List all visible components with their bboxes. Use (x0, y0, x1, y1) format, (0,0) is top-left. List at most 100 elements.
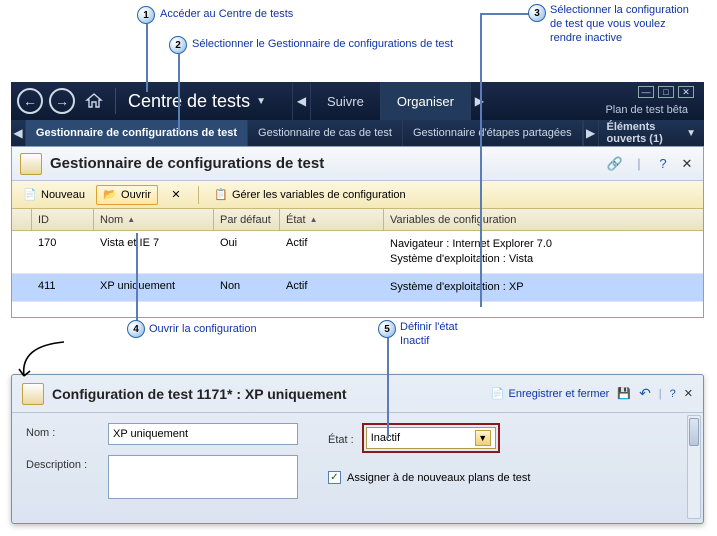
subtab-next[interactable]: ▶ (583, 120, 598, 146)
config-manager-pane: Gestionnaire de configurations de test 🔗… (11, 146, 704, 318)
test-plan-label: Plan de test bêta (605, 104, 688, 116)
cell-id: 411 (32, 278, 94, 294)
state-dropdown[interactable]: Inactif ▼ (366, 427, 496, 449)
save-close-icon: 📄 (491, 387, 505, 400)
subtab-case-manager[interactable]: Gestionnaire de cas de test (248, 120, 403, 146)
callout-3-badge: 3 (528, 4, 546, 22)
checkbox-icon[interactable]: ✓ (328, 471, 341, 484)
col-id[interactable]: ID (32, 209, 94, 230)
flow-arrow (14, 340, 74, 380)
help-icon[interactable]: ? (655, 156, 671, 172)
subtab-shared-steps[interactable]: Gestionnaire d'étapes partagées (403, 120, 583, 146)
grid-body: 170 Vista et IE 7 Oui Actif Navigateur :… (12, 231, 703, 302)
cell-def: Oui (214, 235, 280, 251)
detail-header: Configuration de test 1171* : XP uniquem… (12, 375, 703, 413)
minimize-button[interactable]: — (638, 86, 654, 98)
home-icon[interactable] (83, 90, 105, 112)
separator (115, 88, 116, 114)
manage-vars-label: Gérer les variables de configuration (232, 189, 406, 201)
label-nom: Nom : (26, 423, 100, 439)
grid-header: ID Nom▲ Par défaut État▲ Variables de co… (12, 209, 703, 231)
description-field[interactable] (108, 455, 298, 499)
undo-icon[interactable]: ↶ (639, 385, 651, 402)
open-items-label: Éléments ouverts (1) (607, 121, 683, 145)
save-and-close-button[interactable]: 📄 Enregistrer et fermer (491, 387, 610, 400)
open-items[interactable]: Éléments ouverts (1) ▼ (598, 120, 704, 146)
dropdown-toggle[interactable]: ▼ (475, 430, 491, 446)
copy-link-icon[interactable]: 🔗 (607, 156, 623, 172)
chevron-down-icon: ▼ (256, 96, 266, 107)
open-icon: 📂 (103, 188, 117, 202)
detail-title: Configuration de test 1171* : XP uniquem… (52, 386, 347, 402)
detail-body: Nom : Description : État : Inactif ▼ ✓ (12, 413, 703, 509)
label-description: Description : (26, 455, 100, 471)
tab-suivre[interactable]: Suivre (310, 82, 380, 120)
callout-1-line (146, 24, 148, 92)
separator: | (631, 156, 647, 172)
cell-def: Non (214, 278, 280, 294)
tab-organiser-label: Organiser (397, 94, 454, 109)
close-detail-icon[interactable]: ✕ (684, 387, 693, 400)
tab-organiser[interactable]: Organiser (380, 82, 470, 120)
table-row[interactable]: 170 Vista et IE 7 Oui Actif Navigateur :… (12, 231, 703, 274)
save-icon[interactable]: 💾 (617, 387, 631, 400)
window-controls: — □ ✕ (638, 86, 694, 98)
name-field[interactable] (108, 423, 298, 445)
phase-prev[interactable]: ◀ (292, 82, 310, 120)
callout-5-badge: 5 (378, 320, 396, 338)
subtab-prev[interactable]: ◀ (11, 120, 26, 146)
scrollbar-thumb[interactable] (689, 418, 699, 446)
subtab-config-manager-label: Gestionnaire de configurations de test (36, 127, 237, 139)
cell-vars: Navigateur : Internet Explorer 7.0 Systè… (384, 235, 703, 269)
callout-3-text: Sélectionner la configuration de test qu… (550, 4, 700, 45)
detail-scrollbar[interactable] (687, 415, 701, 519)
callout-3-line-h (480, 13, 530, 15)
document-icon (20, 153, 42, 175)
vars-icon: 📋 (214, 188, 228, 202)
callout-2-line (178, 54, 180, 132)
separator: | (659, 388, 662, 400)
new-config-button[interactable]: 📄 Nouveau (16, 185, 92, 205)
close-button[interactable]: ✕ (678, 86, 694, 98)
maximize-button[interactable]: □ (658, 86, 674, 98)
chevron-down-icon: ▼ (686, 128, 696, 139)
close-pane-icon[interactable]: ✕ (679, 156, 695, 172)
table-row-selected[interactable]: 411 XP uniquement Non Actif Système d'ex… (12, 274, 703, 302)
separator (198, 186, 199, 204)
delete-config-button[interactable]: ✕ (162, 185, 190, 205)
subtab-shared-steps-label: Gestionnaire d'étapes partagées (413, 127, 572, 139)
col-default[interactable]: Par défaut (214, 209, 280, 230)
manage-vars-button[interactable]: 📋 Gérer les variables de configuration (207, 185, 413, 205)
col-vars[interactable]: Variables de configuration (384, 209, 703, 230)
nav-forward-button[interactable]: → (49, 88, 75, 114)
cell-nom: XP uniquement (94, 278, 214, 294)
new-icon: 📄 (23, 188, 37, 202)
document-icon (22, 383, 44, 405)
state-value: Inactif (371, 432, 400, 444)
open-config-button[interactable]: 📂 Ouvrir (96, 185, 158, 205)
cell-etat: Actif (280, 235, 384, 251)
cell-vars: Système d'exploitation : XP (384, 278, 703, 297)
callout-5b-text: Inactif (400, 335, 429, 349)
nav-back-button[interactable]: ← (17, 88, 43, 114)
new-config-label: Nouveau (41, 189, 85, 201)
cell-etat: Actif (280, 278, 384, 294)
save-and-close-label: Enregistrer et fermer (508, 388, 609, 400)
callout-1-text: Accéder au Centre de tests (160, 8, 293, 22)
callout-4-line (136, 233, 138, 321)
subtab-config-manager[interactable]: Gestionnaire de configurations de test (26, 120, 248, 146)
config-detail-pane: Configuration de test 1171* : XP uniquem… (11, 374, 704, 524)
hub-title-text: Centre de tests (128, 91, 250, 112)
callout-5a-text: Définir l'état (400, 321, 458, 335)
col-etat[interactable]: État▲ (280, 209, 384, 230)
help-icon[interactable]: ? (670, 388, 676, 400)
col-pin[interactable] (12, 209, 32, 230)
col-nom[interactable]: Nom▲ (94, 209, 214, 230)
subtab-case-manager-label: Gestionnaire de cas de test (258, 127, 392, 139)
config-manager-title: Gestionnaire de configurations de test (50, 155, 324, 172)
phase-next[interactable]: ▶ (470, 82, 488, 120)
callout-3-line-v (480, 13, 482, 307)
phase-tabs: ◀ Suivre Organiser ▶ (292, 82, 488, 120)
assign-checkbox-row[interactable]: ✓ Assigner à de nouveaux plans de test (328, 471, 530, 484)
hub-title[interactable]: Centre de tests ▼ (120, 91, 274, 112)
